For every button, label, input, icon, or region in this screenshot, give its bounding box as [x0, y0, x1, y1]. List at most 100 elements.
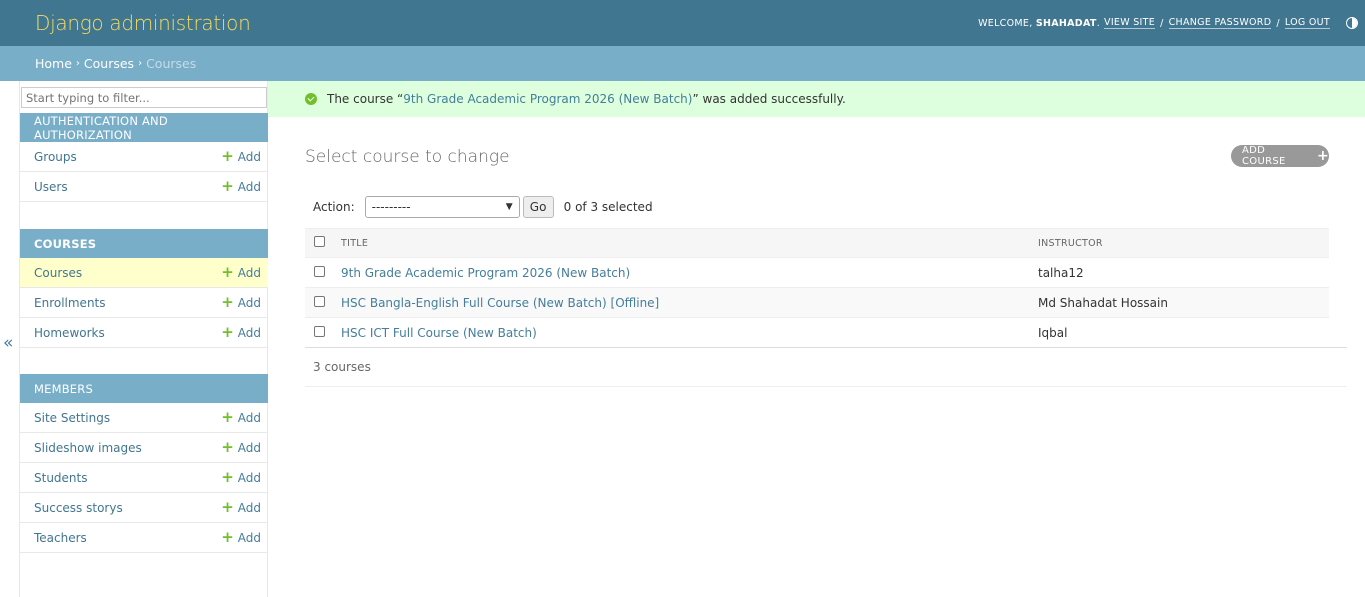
model-link[interactable]: Success storys: [34, 501, 123, 515]
paginator: 3 courses: [305, 347, 1347, 387]
sidebar-item-site-settings: Site Settings + Add: [20, 403, 268, 433]
add-label: Add: [237, 500, 261, 515]
welcome-text: WELCOME,: [978, 17, 1033, 29]
course-title-link[interactable]: HSC ICT Full Course (New Batch): [341, 326, 537, 340]
model-link[interactable]: Groups: [34, 150, 77, 164]
success-message: The course “9th Grade Academic Program 2…: [268, 81, 1365, 117]
add-link[interactable]: + Add: [221, 325, 261, 340]
add-label: Add: [237, 179, 261, 194]
column-header-title[interactable]: TITLE: [341, 229, 1038, 258]
sidebar-item-courses: Courses + Add: [20, 258, 268, 288]
site-header: Django administration WELCOME, SHAHADAT.…: [0, 0, 1365, 46]
module-caption[interactable]: Members: [20, 374, 268, 403]
add-label: Add: [237, 530, 261, 545]
module-auth: Authentication and Authorization Groups …: [20, 113, 268, 202]
go-button[interactable]: Go: [522, 196, 554, 218]
sidebar-item-homeworks: Homeworks + Add: [20, 318, 268, 348]
log-out-link[interactable]: LOG OUT: [1284, 17, 1330, 29]
add-icon: +: [221, 147, 234, 165]
add-label: Add: [237, 295, 261, 310]
sidebar-item-users: Users + Add: [20, 172, 268, 202]
sidebar-item-students: Students + Add: [20, 463, 268, 493]
breadcrumb-app[interactable]: Courses: [84, 56, 134, 71]
table-header-row: TITLE INSTRUCTOR: [305, 228, 1329, 258]
add-link[interactable]: + Add: [221, 265, 261, 280]
add-label: Add: [237, 470, 261, 485]
add-label: Add: [237, 149, 261, 164]
table-row: 9th Grade Academic Program 2026 (New Bat…: [305, 258, 1329, 288]
nav-sidebar: Authentication and Authorization Groups …: [19, 81, 268, 597]
add-label: Add: [237, 325, 261, 340]
add-link[interactable]: + Add: [221, 530, 261, 545]
message-prefix: The course “: [327, 92, 404, 106]
select-all-header: [305, 229, 341, 258]
model-link[interactable]: Enrollments: [34, 296, 106, 310]
message-object-link[interactable]: 9th Grade Academic Program 2026 (New Bat…: [403, 92, 692, 106]
selection-counter: 0 of 3 selected: [563, 200, 653, 214]
model-link[interactable]: Students: [34, 471, 88, 485]
theme-toggle-icon[interactable]: [1346, 17, 1358, 29]
add-link[interactable]: + Add: [221, 410, 261, 425]
add-link[interactable]: + Add: [221, 470, 261, 485]
breadcrumb-separator: ›: [75, 58, 80, 69]
add-link[interactable]: + Add: [221, 295, 261, 310]
add-icon: +: [221, 438, 234, 456]
instructor-cell: Iqbal: [1038, 325, 1068, 340]
model-link[interactable]: Courses: [34, 266, 82, 280]
table-row: HSC Bangla-English Full Course (New Batc…: [305, 287, 1329, 318]
add-label: Add: [237, 410, 261, 425]
add-icon: +: [221, 263, 234, 281]
add-link[interactable]: + Add: [221, 500, 261, 515]
separator: /: [1276, 17, 1280, 29]
change-password-link[interactable]: CHANGE PASSWORD: [1168, 17, 1272, 29]
breadcrumb-current: Courses: [146, 56, 197, 71]
nav-filter-input[interactable]: [21, 87, 267, 108]
add-course-label: ADD COURSE: [1242, 145, 1286, 167]
message-text: The course “9th Grade Academic Program 2…: [327, 92, 846, 106]
instructor-cell: Md Shahadat Hossain: [1038, 295, 1168, 310]
sidebar-item-enrollments: Enrollments + Add: [20, 288, 268, 318]
row-checkbox[interactable]: [314, 295, 325, 307]
column-header-instructor[interactable]: INSTRUCTOR: [1038, 229, 1329, 258]
result-list: TITLE INSTRUCTOR 9th Grade Academic Prog…: [305, 228, 1329, 348]
welcome-suffix: .: [1096, 17, 1101, 29]
course-title-link[interactable]: HSC Bangla-English Full Course (New Batc…: [341, 296, 659, 310]
module-caption[interactable]: Courses: [20, 229, 268, 258]
breadcrumb-separator: ›: [138, 58, 143, 69]
model-link[interactable]: Users: [34, 180, 68, 194]
action-bar: Action: --------- ▼ Go 0 of 3 selected: [313, 196, 653, 218]
row-checkbox[interactable]: [314, 265, 325, 277]
add-link[interactable]: + Add: [221, 440, 261, 455]
row-checkbox[interactable]: [314, 325, 325, 337]
breadcrumb: Home › Courses › Courses: [0, 46, 1365, 81]
model-link[interactable]: Homeworks: [34, 326, 105, 340]
page-title: Select course to change: [305, 147, 510, 167]
site-branding[interactable]: Django administration: [35, 11, 251, 35]
view-site-link[interactable]: VIEW SITE: [1104, 17, 1156, 29]
message-suffix: ” was added successfully.: [692, 92, 846, 106]
add-icon: +: [221, 293, 234, 311]
model-link[interactable]: Site Settings: [34, 411, 110, 425]
add-label: Add: [237, 265, 261, 280]
sidebar-item-success-storys: Success storys + Add: [20, 493, 268, 523]
plus-icon: +: [1316, 148, 1329, 164]
add-icon: +: [221, 468, 234, 486]
action-selected-value: ---------: [371, 200, 411, 214]
module-caption[interactable]: Authentication and Authorization: [20, 113, 268, 142]
success-check-icon: [305, 93, 317, 105]
username: SHAHADAT: [1035, 17, 1097, 29]
chevron-down-icon: ▼: [505, 202, 513, 212]
sidebar-collapse-icon[interactable]: «: [3, 333, 13, 353]
model-link[interactable]: Slideshow images: [34, 441, 142, 455]
select-all-checkbox[interactable]: [314, 236, 325, 247]
add-icon: +: [221, 323, 234, 341]
add-course-button[interactable]: ADD COURSE +: [1231, 145, 1329, 167]
action-select[interactable]: --------- ▼: [364, 196, 520, 218]
breadcrumb-home[interactable]: Home: [35, 56, 72, 71]
course-title-link[interactable]: 9th Grade Academic Program 2026 (New Bat…: [341, 266, 630, 280]
add-link[interactable]: + Add: [221, 149, 261, 164]
action-label: Action:: [313, 200, 355, 214]
model-link[interactable]: Teachers: [34, 531, 87, 545]
add-link[interactable]: + Add: [221, 179, 261, 194]
table-row: HSC ICT Full Course (New Batch) Iqbal: [305, 318, 1329, 348]
